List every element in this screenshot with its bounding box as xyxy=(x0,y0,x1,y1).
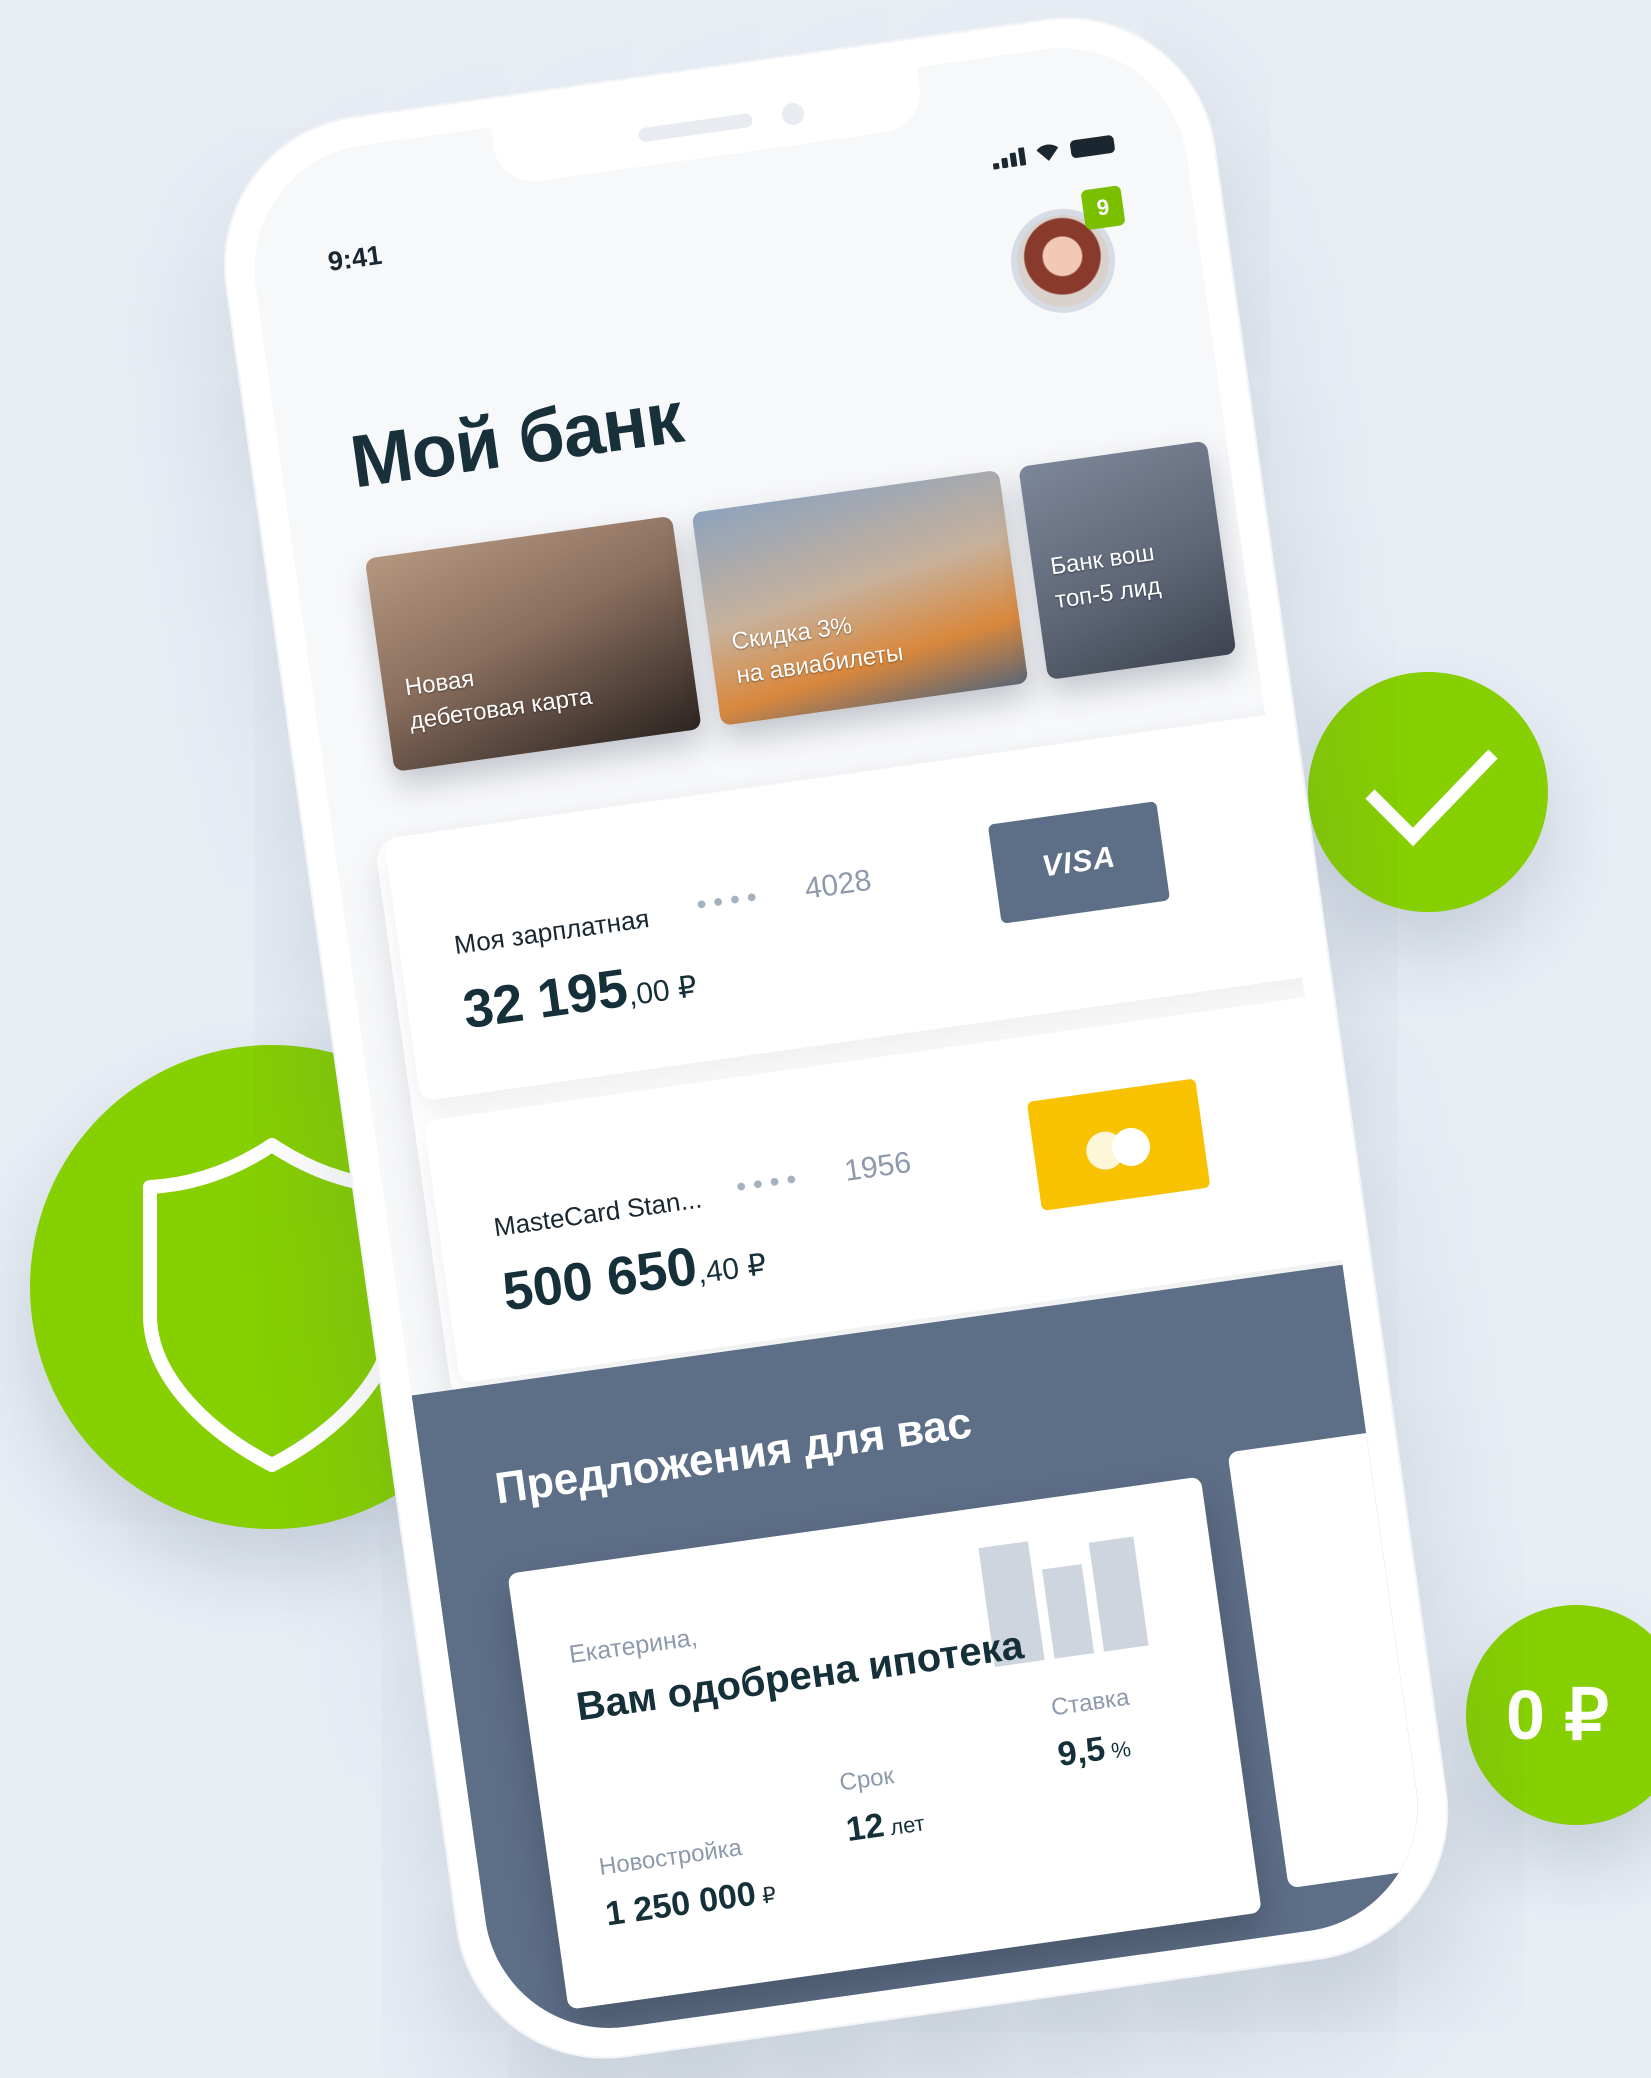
signal-icon xyxy=(991,147,1027,170)
story-label: Скидка 3% на авиабилеты xyxy=(730,611,905,690)
story-label: Новая дебетовая карта xyxy=(403,665,594,736)
mastercard-logo xyxy=(1026,1078,1211,1212)
visa-logo: VISA xyxy=(987,801,1171,924)
card-last4: 1956 xyxy=(842,1145,914,1188)
stat-label: Новостройка xyxy=(597,1834,744,1881)
stat-rate: Ставка 9,5 % xyxy=(1049,1684,1138,1775)
mortgage-offer-card[interactable]: Екатерина, Вам одобрена ипотека Новостро… xyxy=(507,1476,1262,2010)
speaker xyxy=(637,112,754,143)
story-label: Банк вош топ-5 лид xyxy=(1048,539,1163,615)
account-name: Моя зарплатная xyxy=(452,903,652,961)
story-card-top5[interactable]: Банк вош топ-5 лид xyxy=(1018,440,1237,680)
account-name: MasteCard Stan... xyxy=(491,1183,704,1243)
stat-label: Ставка xyxy=(1049,1683,1131,1722)
masked-dots: ●●●● xyxy=(734,1167,804,1197)
status-icons xyxy=(991,133,1116,170)
notification-count: 9 xyxy=(1080,185,1126,231)
story-card-discount[interactable]: Скидка 3% на авиабилеты xyxy=(691,469,1029,726)
front-camera xyxy=(780,101,806,127)
check-icon xyxy=(1365,749,1498,847)
phone-mockup: 9:41 9 Мой банк Новая дебетовая карта Ск… xyxy=(204,0,1468,2078)
stat-label: Срок xyxy=(837,1762,896,1797)
stat-value: 9,5 % xyxy=(1055,1729,1133,1774)
balance-fraction: ,00 ₽ xyxy=(626,970,700,1013)
story-card-new-card[interactable]: Новая дебетовая карта xyxy=(364,515,702,772)
stat-term: Срок 12 лет xyxy=(838,1759,927,1850)
phone-screen: 9:41 9 Мой банк Новая дебетовая карта Ск… xyxy=(238,31,1434,2045)
stat-value: 1 250 000 ₽ xyxy=(603,1874,778,1934)
zero-ruble-text: 0 ₽ xyxy=(1506,1676,1609,1754)
status-time: 9:41 xyxy=(325,239,384,277)
offers-section: Предложения для вас Екатерина, Вам одобр… xyxy=(411,1256,1434,2045)
balance-integer: 32 195 xyxy=(459,957,632,1041)
offers-title: Предложения для вас xyxy=(492,1398,975,1514)
stat-amount: Новостройка 1 250 000 ₽ xyxy=(597,1830,778,1934)
check-badge xyxy=(1308,672,1548,912)
zero-ruble-badge: 0 ₽ xyxy=(1466,1605,1651,1825)
page-title: Мой банк xyxy=(345,374,688,504)
masked-dots: ●●●● xyxy=(694,884,765,915)
wifi-icon xyxy=(1036,144,1059,161)
account-balance: 500 650,40 ₽ xyxy=(499,1225,769,1323)
battery-icon xyxy=(1069,134,1116,159)
offer-greeting: Екатерина, xyxy=(567,1623,700,1669)
balance-fraction: ,40 ₽ xyxy=(695,1248,769,1291)
stat-value: 12 лет xyxy=(843,1806,927,1850)
card-last4: 4028 xyxy=(802,863,874,906)
balance-integer: 500 650 xyxy=(499,1235,701,1323)
account-balance: 32 195,00 ₽ xyxy=(459,947,700,1041)
